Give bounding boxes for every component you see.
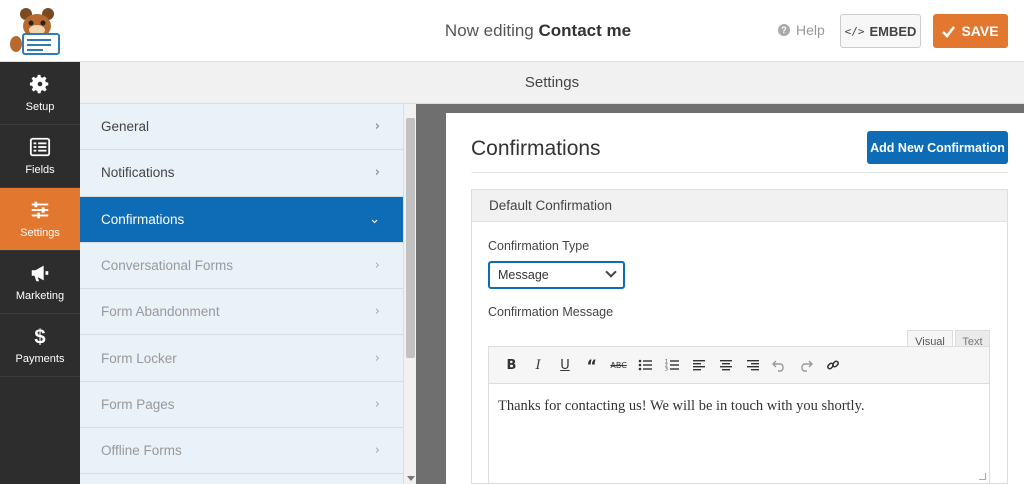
align-right-icon (746, 360, 759, 371)
settings-header: Settings (80, 62, 1024, 104)
chevron-down-icon: ⌄ (369, 211, 380, 227)
message-editor: B I U “ ABC 123 Thanks for contacting us… (488, 346, 990, 484)
save-label: SAVE (961, 23, 999, 39)
undo-icon (772, 360, 785, 372)
help-label: Help (796, 22, 825, 38)
sidebar-item-fields[interactable]: Fields (0, 125, 80, 188)
strikethrough-button[interactable]: ABC (605, 352, 632, 378)
panel-item-label: Offline Forms (101, 443, 182, 459)
chevron-right-icon: › (374, 304, 380, 320)
sliders-icon (31, 201, 49, 219)
top-bar: Now editing Contact me ? Help </> EMBED … (0, 0, 1024, 62)
confirmation-type-select[interactable]: Message (488, 261, 625, 289)
fields-list-icon (29, 137, 51, 157)
panel-item-label: Form Abandonment (101, 304, 220, 320)
panel-item-label: General (101, 119, 150, 135)
redo-button[interactable] (793, 352, 820, 378)
divider (471, 172, 1008, 173)
panel-item-form-locker[interactable]: Form Locker › (80, 335, 403, 382)
editing-prefix: Now editing (444, 21, 534, 40)
blockquote-button[interactable]: “ (578, 352, 605, 378)
align-center-button[interactable] (712, 352, 739, 378)
confirmation-box-title: Default Confirmation (472, 190, 1007, 222)
sidebar-item-label: Fields (25, 164, 55, 176)
underline-button[interactable]: U (552, 352, 579, 378)
bullet-list-button[interactable] (632, 352, 659, 378)
form-name: Contact me (538, 21, 632, 40)
page-title: Confirmations (471, 137, 601, 160)
panel-item-offline-forms[interactable]: Offline Forms › (80, 428, 403, 475)
align-left-button[interactable] (686, 352, 713, 378)
panel-item-form-pages[interactable]: Form Pages › (80, 382, 403, 429)
gear-icon (29, 74, 49, 94)
panel-item-label: Form Locker (101, 350, 177, 366)
scrollbar-thumb[interactable] (406, 118, 415, 358)
insert-link-button[interactable] (820, 352, 847, 378)
bold-button[interactable]: B (498, 352, 525, 378)
panel-item-general[interactable]: General › (80, 104, 403, 151)
chevron-right-icon: › (374, 165, 380, 181)
redo-icon (801, 360, 814, 372)
embed-label: EMBED (869, 23, 917, 39)
builder-sidebar: Setup Fields Settings Marketing $ Paymen… (0, 62, 80, 484)
panel-item-form-abandonment[interactable]: Form Abandonment › (80, 289, 403, 336)
help-link[interactable]: ? Help (778, 22, 825, 38)
link-icon (826, 360, 839, 370)
panel-item-label: Notifications (101, 165, 175, 181)
chevron-right-icon: › (374, 443, 380, 459)
panel-scrollbar[interactable] (403, 104, 416, 484)
megaphone-icon (31, 265, 49, 282)
panel-item-confirmations[interactable]: Confirmations ⌄ (80, 196, 403, 243)
panel-item-label: Conversational Forms (101, 258, 234, 274)
svg-text:$: $ (34, 326, 45, 347)
save-button[interactable]: SAVE (933, 14, 1008, 48)
chevron-right-icon: › (374, 396, 380, 412)
align-left-icon (692, 360, 705, 371)
confirmation-message-label: Confirmation Message (488, 305, 614, 319)
align-center-icon (719, 360, 732, 371)
sidebar-item-setup[interactable]: Setup (0, 62, 80, 125)
sidebar-item-settings[interactable]: Settings (0, 188, 80, 251)
scroll-down-arrow-icon[interactable] (407, 476, 415, 481)
bullet-list-icon (639, 359, 653, 371)
help-icon: ? (778, 24, 790, 36)
sidebar-item-label: Payments (15, 353, 65, 365)
confirmation-type-label: Confirmation Type (488, 239, 590, 253)
sidebar-item-marketing[interactable]: Marketing (0, 251, 80, 314)
code-icon: </> (844, 24, 865, 38)
italic-button[interactable]: I (525, 352, 552, 378)
numbered-list-icon: 123 (665, 359, 680, 373)
panel-item-notifications[interactable]: Notifications › (80, 150, 403, 197)
settings-panel-list: General › Notifications › Confirmations … (80, 104, 403, 484)
undo-button[interactable] (766, 352, 793, 378)
sidebar-item-label: Marketing (15, 290, 65, 302)
editor-toolbar: B I U “ ABC 123 (489, 347, 989, 384)
sidebar-item-label: Settings (20, 227, 60, 239)
panel-item-label: Confirmations (101, 211, 185, 227)
chevron-right-icon: › (374, 258, 380, 274)
sidebar-item-label: Setup (25, 101, 55, 113)
dollar-icon: $ (34, 326, 45, 347)
align-right-button[interactable] (739, 352, 766, 378)
chevron-right-icon: › (374, 350, 380, 366)
svg-text:3: 3 (665, 367, 668, 373)
resize-handle[interactable] (979, 473, 986, 480)
message-textarea[interactable]: Thanks for contacting us! We will be in … (489, 384, 989, 429)
select-value: Message (498, 268, 549, 282)
embed-button[interactable]: </> EMBED (840, 14, 921, 48)
panel-item-label: Form Pages (101, 396, 175, 412)
panel-item-conversational-forms[interactable]: Conversational Forms › (80, 243, 403, 290)
numbered-list-button[interactable]: 123 (659, 352, 686, 378)
add-new-confirmation-button[interactable]: Add New Confirmation (867, 131, 1008, 164)
sidebar-item-payments[interactable]: $ Payments (0, 314, 80, 377)
checkmark-icon (942, 25, 956, 38)
chevron-down-icon (605, 266, 617, 278)
chevron-right-icon: › (374, 119, 380, 135)
